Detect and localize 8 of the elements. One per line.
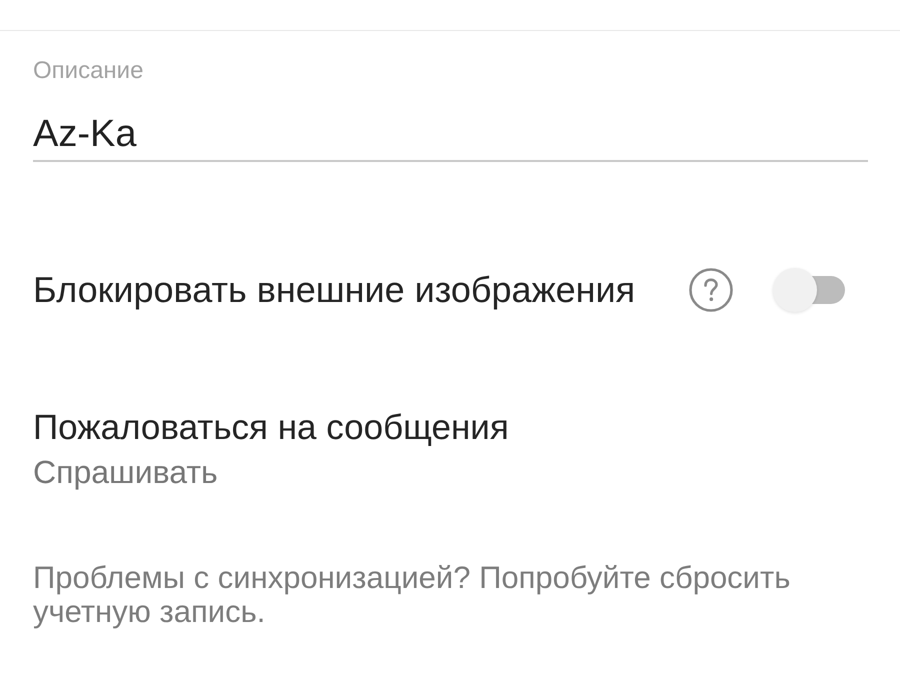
field-label: Описание <box>33 57 144 85</box>
setting-title[interactable]: Пожаловаться на сообщения <box>33 407 509 449</box>
sync-hint-text: Проблемы с синхронизацией? Попробуйте сбросить учетную запись. <box>33 561 792 629</box>
help-icon[interactable] <box>689 268 733 312</box>
toggle-switch[interactable] <box>773 268 845 312</box>
description-field[interactable]: Описание Az-Ka <box>33 57 868 162</box>
setting-label: Блокировать внешние изображения <box>33 268 636 312</box>
setting-value: Спрашивать <box>33 453 218 491</box>
